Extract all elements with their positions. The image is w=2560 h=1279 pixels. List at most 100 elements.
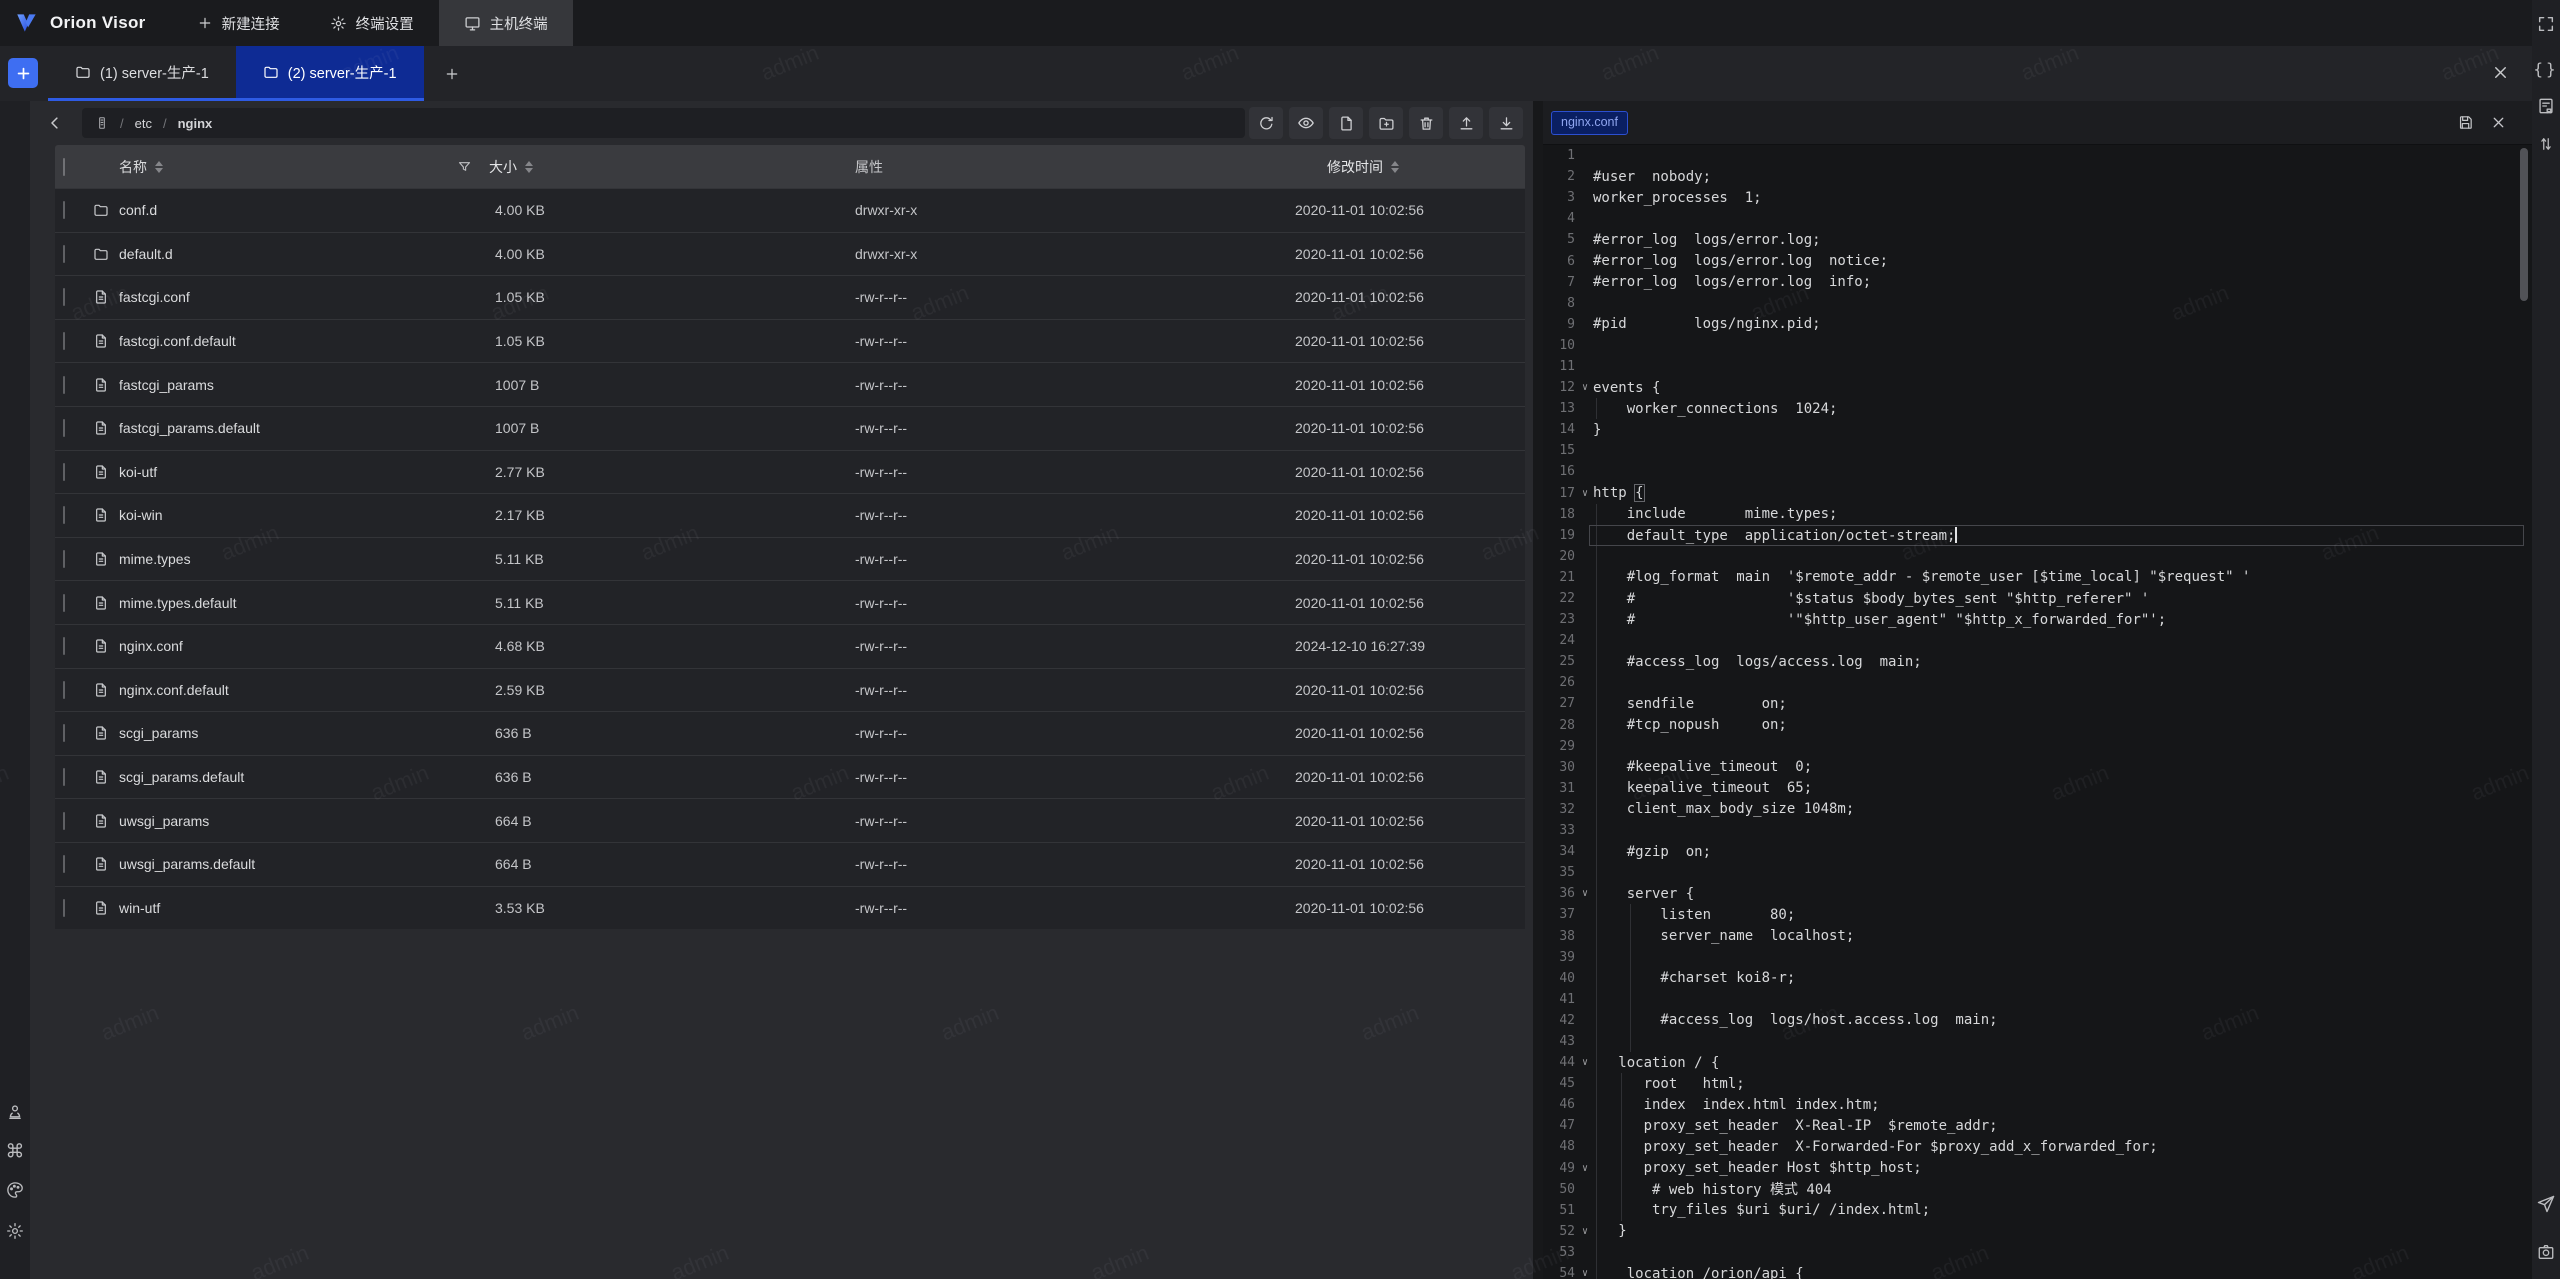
row-checkbox[interactable] [63,899,65,917]
row-checkbox[interactable] [63,768,65,786]
code-line-23[interactable]: 23 # '"$http_user_agent" "$http_x_forwar… [1543,609,2532,630]
fold-chevron-icon[interactable]: ∨ [1577,1163,1593,1174]
file-name[interactable]: mime.types.default [119,595,237,611]
code-line-29[interactable]: 29 [1543,736,2532,757]
column-header-mtime[interactable]: 修改时间 [1327,157,1383,177]
file-name[interactable]: mime.types [119,551,191,567]
code-line-7[interactable]: 7#error_log logs/error.log info; [1543,272,2532,293]
close-icon[interactable] [2491,63,2510,82]
code-line-20[interactable]: 20 [1543,546,2532,567]
sort-icon[interactable] [1391,161,1399,173]
row-checkbox[interactable] [63,201,65,219]
code-line-26[interactable]: 26 [1543,672,2532,693]
file-name[interactable]: scgi_params.default [119,769,244,785]
palette-icon[interactable] [6,1181,25,1200]
filter-icon[interactable] [457,159,472,174]
table-row[interactable]: scgi_params636 B-rw-r--r--2020-11-01 10:… [55,711,1525,755]
sort-icon[interactable] [525,161,533,173]
code-line-38[interactable]: 38 server_name localhost; [1543,925,2532,946]
settings-icon[interactable] [6,1222,25,1241]
breadcrumb-segment[interactable]: etc [135,116,152,131]
path-breadcrumb[interactable]: / etc / nginx [82,108,1245,138]
code-line-35[interactable]: 35 [1543,862,2532,883]
code-line-8[interactable]: 8 [1543,293,2532,314]
file-name[interactable]: fastcgi_params [119,377,214,393]
table-row[interactable]: win-utf3.53 KB-rw-r--r--2020-11-01 10:02… [55,886,1525,930]
table-row[interactable]: uwsgi_params.default664 B-rw-r--r--2020-… [55,842,1525,886]
fold-chevron-icon[interactable]: ∨ [1577,488,1593,499]
code-line-13[interactable]: 13 worker_connections 1024; [1543,398,2532,419]
code-line-30[interactable]: 30 #keepalive_timeout 0; [1543,757,2532,778]
fold-chevron-icon[interactable]: ∨ [1577,382,1593,393]
delete-button[interactable] [1409,107,1443,139]
code-line-54[interactable]: 54∨ location /orion/api { [1543,1263,2532,1279]
code-line-14[interactable]: 14} [1543,419,2532,440]
code-editor[interactable]: 12#user nobody;3worker_processes 1;45#er… [1543,145,2532,1279]
code-line-31[interactable]: 31 keepalive_timeout 65; [1543,778,2532,799]
row-checkbox[interactable] [63,812,65,830]
table-row[interactable]: fastcgi.conf.default1.05 KB-rw-r--r--202… [55,319,1525,363]
download-button[interactable] [1489,107,1523,139]
panel-divider[interactable] [1533,101,1543,1279]
code-line-45[interactable]: 45 root html; [1543,1073,2532,1094]
code-line-39[interactable]: 39 [1543,947,2532,968]
row-checkbox[interactable] [63,681,65,699]
table-row[interactable]: koi-win2.17 KB-rw-r--r--2020-11-01 10:02… [55,493,1525,537]
camera-icon[interactable] [2537,1243,2556,1262]
table-row[interactable]: koi-utf2.77 KB-rw-r--r--2020-11-01 10:02… [55,450,1525,494]
code-line-12[interactable]: 12∨events { [1543,377,2532,398]
select-all-checkbox[interactable] [63,158,65,176]
code-line-25[interactable]: 25 #access_log logs/access.log main; [1543,651,2532,672]
code-line-32[interactable]: 32 client_max_body_size 1048m; [1543,799,2532,820]
save-icon[interactable] [2457,114,2474,131]
file-name[interactable]: scgi_params [119,725,198,741]
row-checkbox[interactable] [63,463,65,481]
table-row[interactable]: mime.types5.11 KB-rw-r--r--2020-11-01 10… [55,537,1525,581]
code-line-42[interactable]: 42 #access_log logs/host.access.log main… [1543,1010,2532,1031]
code-line-18[interactable]: 18 include mime.types; [1543,504,2532,525]
code-line-10[interactable]: 10 [1543,335,2532,356]
column-header-name[interactable]: 名称 [119,157,147,177]
file-name[interactable]: koi-utf [119,464,157,480]
table-row[interactable]: mime.types.default5.11 KB-rw-r--r--2020-… [55,580,1525,624]
code-line-36[interactable]: 36∨ server { [1543,883,2532,904]
code-line-52[interactable]: 52∨ } [1543,1221,2532,1242]
file-name[interactable]: koi-win [119,507,163,523]
refresh-button[interactable] [1249,107,1283,139]
file-name[interactable]: nginx.conf.default [119,682,229,698]
code-line-5[interactable]: 5#error_log logs/error.log; [1543,229,2532,250]
fold-chevron-icon[interactable]: ∨ [1577,888,1593,899]
code-line-27[interactable]: 27 sendfile on; [1543,693,2532,714]
command-icon[interactable]: ⌘ [6,1141,25,1164]
fullscreen-icon[interactable] [2537,15,2556,34]
row-checkbox[interactable] [63,332,65,350]
row-checkbox[interactable] [63,288,65,306]
braces-icon[interactable]: {} [2533,60,2558,79]
code-line-34[interactable]: 34 #gzip on; [1543,841,2532,862]
table-row[interactable]: fastcgi_params.default1007 B-rw-r--r--20… [55,406,1525,450]
sort-icon[interactable] [155,161,163,173]
code-line-28[interactable]: 28 #tcp_nopush on; [1543,715,2532,736]
file-name[interactable]: nginx.conf [119,638,183,654]
code-line-19[interactable]: 19 default_type application/octet-stream… [1543,525,2532,546]
row-checkbox[interactable] [63,724,65,742]
file-name[interactable]: uwsgi_params [119,813,209,829]
code-line-3[interactable]: 3worker_processes 1; [1543,187,2532,208]
code-line-51[interactable]: 51 try_files $uri $uri/ /index.html; [1543,1200,2532,1221]
row-checkbox[interactable] [63,594,65,612]
code-line-9[interactable]: 9#pid logs/nginx.pid; [1543,314,2532,335]
code-line-2[interactable]: 2#user nobody; [1543,166,2532,187]
code-line-47[interactable]: 47 proxy_set_header X-Real-IP $remote_ad… [1543,1115,2532,1136]
code-line-41[interactable]: 41 [1543,989,2532,1010]
row-checkbox[interactable] [63,419,65,437]
code-line-21[interactable]: 21 #log_format main '$remote_addr - $rem… [1543,567,2532,588]
terminal-tab-2[interactable]: (2) server-生产-1 [236,46,424,101]
code-line-49[interactable]: 49∨ proxy_set_header Host $http_host; [1543,1158,2532,1179]
code-line-17[interactable]: 17∨http { [1543,483,2532,504]
code-line-50[interactable]: 50 # web history 模式 404 [1543,1179,2532,1200]
table-row[interactable]: default.d4.00 KBdrwxr-xr-x2020-11-01 10:… [55,232,1525,276]
fold-chevron-icon[interactable]: ∨ [1577,1226,1593,1237]
editor-scrollbar[interactable] [2520,148,2528,301]
code-line-44[interactable]: 44∨ location / { [1543,1052,2532,1073]
code-line-53[interactable]: 53 [1543,1242,2532,1263]
